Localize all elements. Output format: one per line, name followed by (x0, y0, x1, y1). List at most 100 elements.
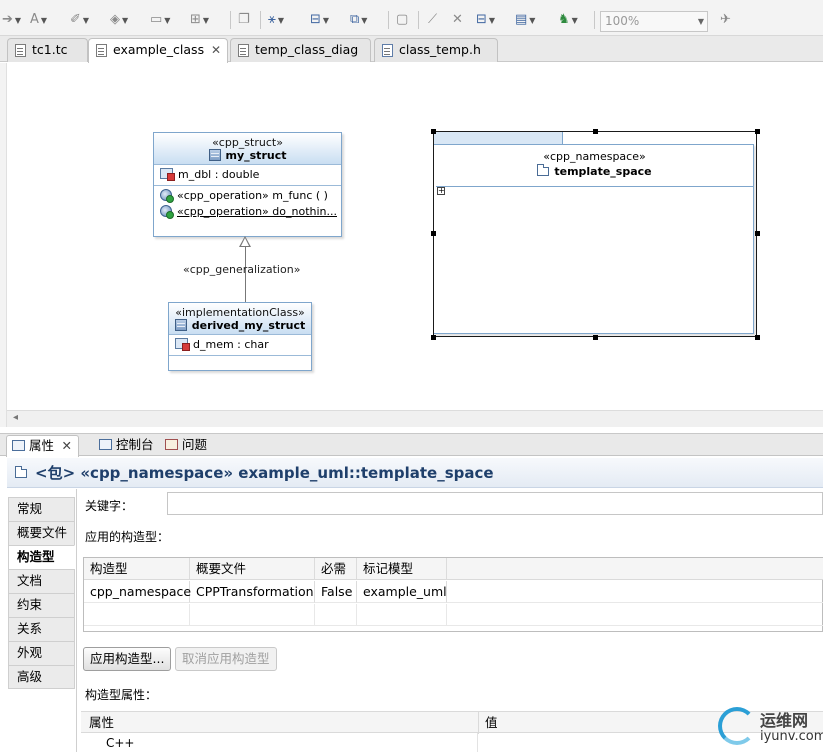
line-color-button[interactable]: ✐ ▼ (70, 10, 89, 30)
attribute-row[interactable]: m_dbl : double (154, 167, 341, 183)
file-icon (15, 44, 26, 57)
resize-handle[interactable] (755, 129, 760, 134)
stereotype-properties-table: 属性 值 C++ (81, 711, 823, 752)
unapply-stereotype-button[interactable]: 取消应用构造型 (175, 647, 277, 671)
tab-example-class[interactable]: example_class ✕ (88, 38, 228, 63)
table-row (84, 604, 823, 626)
tree-item[interactable]: C++ (106, 736, 135, 750)
class-name: my_struct (225, 149, 287, 162)
order-button[interactable]: ⧉ ▼ (350, 10, 367, 30)
column-header (447, 558, 823, 580)
table-cell[interactable]: cpp_namespace (84, 581, 191, 603)
remove-bendpoint-button[interactable]: ✕ (452, 10, 463, 30)
resize-handle[interactable] (431, 335, 436, 340)
watermark-logo: 运维网 iyunv.com (718, 705, 823, 752)
section-constraints[interactable]: 约束 (8, 593, 75, 617)
class-derived-my-struct[interactable]: «implementationClass» derived_my_struct … (168, 302, 312, 371)
attribute-icon (160, 168, 175, 181)
resize-handle[interactable] (431, 129, 436, 134)
table-header: 属性 值 (81, 711, 823, 734)
arrange-button[interactable]: ⊞ ▼ (190, 10, 209, 30)
fill-color-button[interactable]: ◈ ▼ (110, 10, 128, 30)
class-name: derived_my_struct (191, 319, 306, 332)
close-icon[interactable]: ✕ (211, 39, 221, 61)
stereotype-label: «cpp_struct» (212, 136, 283, 149)
operations-compartment: «cpp_operation» m_func ( ) «cpp_operatio… (154, 186, 341, 220)
resize-handle[interactable] (431, 231, 436, 236)
editor-tabs: ⁞ tc1.tc example_class ✕ temp_class_diag… (0, 36, 823, 88)
horizontal-scrollbar[interactable]: ◂ (7, 410, 823, 427)
table-cell[interactable]: False (315, 581, 357, 603)
tab-properties[interactable]: 属性 ✕ (6, 435, 80, 457)
attribute-icon (175, 338, 190, 351)
close-icon[interactable]: ✕ (62, 436, 72, 456)
resize-handle[interactable] (593, 129, 598, 134)
people-button[interactable]: ♞ ▼ (558, 10, 578, 30)
resize-handle[interactable] (755, 335, 760, 340)
fill-box-button[interactable]: ▭ ▼ (150, 10, 170, 30)
section-general[interactable]: 常规 (8, 497, 75, 521)
properties-icon (12, 440, 25, 451)
compartment-button[interactable]: ⊟ ▼ (476, 10, 495, 30)
tab-tc1[interactable]: tc1.tc (7, 38, 88, 62)
filter-button[interactable]: ▤ ▼ (515, 10, 535, 30)
attributes-compartment: m_dbl : double (154, 165, 341, 186)
align-button[interactable]: ⊟ ▼ (310, 10, 329, 30)
nav-arrow-button[interactable]: ➔ ▼ (2, 10, 21, 30)
font-button[interactable]: A ▼ (30, 10, 47, 30)
problems-icon (165, 439, 178, 450)
resize-handle[interactable] (755, 231, 760, 236)
snap-button[interactable]: ▢ (396, 10, 408, 30)
section-profiles[interactable]: 概要文件 (8, 521, 75, 545)
column-header[interactable]: 标记模型 (357, 558, 447, 580)
class-my-struct[interactable]: «cpp_struct» my_struct m_dbl : double «c… (153, 132, 342, 237)
tab-console[interactable]: 控制台 (94, 435, 154, 457)
column-header[interactable]: 值 (478, 712, 498, 734)
section-stereotypes[interactable]: 构造型 (8, 545, 75, 569)
properties-title: <包> «cpp_namespace» example_uml::templat… (7, 458, 823, 488)
tab-temp-class-diag[interactable]: temp_class_diag (230, 38, 371, 62)
file-icon (96, 44, 107, 57)
column-header[interactable]: 属性 (83, 712, 114, 734)
generalization-arrowhead (239, 236, 251, 247)
applied-stereotypes-label: 应用的构造型： (85, 530, 170, 544)
section-appearance[interactable]: 外观 (8, 641, 75, 665)
copy-appearance-button[interactable]: ❐ (238, 10, 250, 30)
select-all-button[interactable]: ⚹ ▼ (268, 10, 284, 30)
class-icon (174, 319, 187, 331)
operation-icon (160, 189, 174, 203)
scroll-left-icon[interactable]: ◂ (13, 412, 18, 423)
zoom-select[interactable]: 100% ▼ (600, 11, 708, 32)
keyword-label: 关键字： (85, 499, 134, 513)
tool-icon[interactable]: ✈ (720, 10, 731, 30)
package-icon (15, 466, 27, 478)
class-icon (208, 149, 221, 161)
logo-swirl-icon (718, 707, 756, 745)
applied-stereotypes-table: 构造型 概要文件 必需 标记模型 cpp_namespace CPPTransf… (83, 557, 823, 632)
operation-icon (160, 205, 174, 219)
route-button[interactable]: ⟋ (428, 10, 437, 30)
tab-class-temp-h[interactable]: class_temp.h (374, 38, 498, 62)
column-header[interactable]: 必需 (315, 558, 357, 580)
attribute-row[interactable]: d_mem : char (169, 337, 311, 353)
main-toolbar: ➔ ▼ A ▼ ✐ ▼ ◈ ▼ ▭ ▼ ⊞ ▼ ❐ ⚹ ▼ ⊟ ▼ ⧉ ▼ ▢ ⟋ ✕ ⊟ ▼ ▤ ▼… (0, 0, 823, 36)
resize-handle[interactable] (593, 335, 598, 340)
section-documentation[interactable]: 文档 (8, 569, 75, 593)
section-advanced[interactable]: 高级 (8, 665, 75, 689)
column-header[interactable]: 概要文件 (190, 558, 315, 580)
keyword-input[interactable] (167, 492, 823, 515)
column-header[interactable]: 构造型 (84, 558, 190, 580)
section-relationships[interactable]: 关系 (8, 617, 75, 641)
console-icon (99, 439, 112, 450)
stereotype-properties-label: 构造型属性： (85, 688, 158, 702)
canvas-ruler (0, 63, 7, 427)
operation-row[interactable]: «cpp_operation» do_nothin... (154, 204, 341, 220)
class-header: «cpp_struct» my_struct (154, 133, 341, 165)
attributes-compartment: d_mem : char (169, 335, 311, 356)
table-cell[interactable]: CPPTransformation (190, 581, 315, 603)
table-cell[interactable]: example_uml (357, 581, 447, 603)
class-header: «implementationClass» derived_my_struct (169, 303, 311, 335)
apply-stereotype-button[interactable]: 应用构造型... (83, 647, 172, 671)
operation-row[interactable]: «cpp_operation» m_func ( ) (154, 188, 341, 204)
tab-problems[interactable]: 问题 (160, 435, 207, 457)
